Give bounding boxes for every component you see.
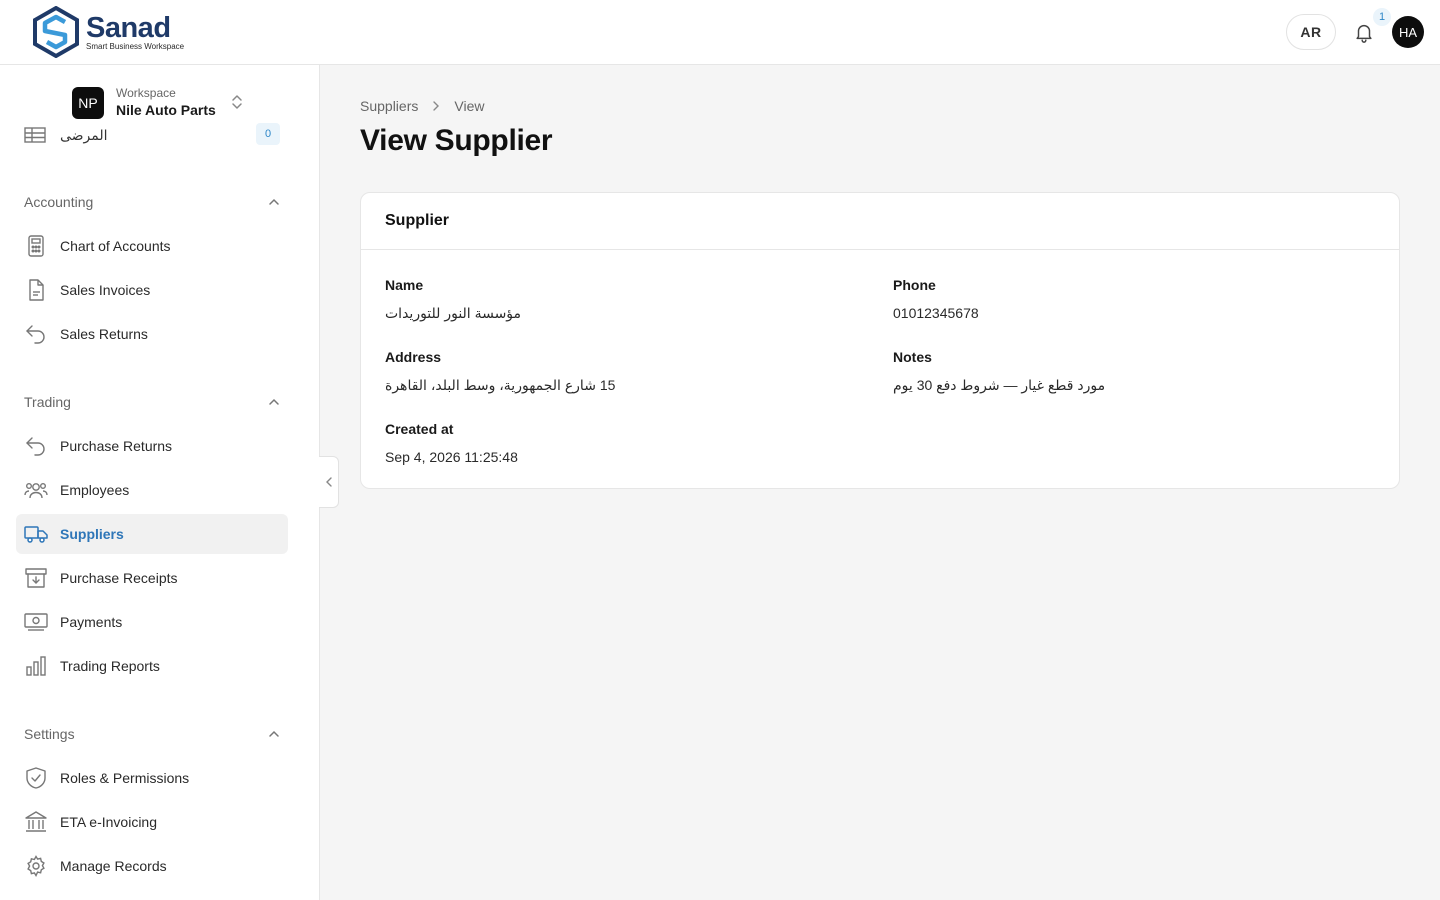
sidebar-item-label: Employees xyxy=(60,482,130,498)
calculator-icon xyxy=(24,234,48,258)
sidebar-item-purchase-returns[interactable]: Purchase Returns xyxy=(16,426,288,466)
table-icon xyxy=(24,127,46,143)
sidebar-item-purchase-receipts[interactable]: Purchase Receipts xyxy=(16,558,288,598)
chevron-up-down-icon xyxy=(232,95,242,109)
field-name: Name مؤسسة النور للتوريدات xyxy=(385,275,521,323)
sidebar: المرضى 0 NP Workspace Nile Auto Parts Ac… xyxy=(0,65,320,900)
users-icon xyxy=(24,478,48,502)
language-toggle-button[interactable]: AR xyxy=(1286,14,1336,50)
sidebar-item-sales-invoices[interactable]: Sales Invoices xyxy=(16,270,288,310)
shield-check-icon xyxy=(24,766,48,790)
bell-icon xyxy=(1356,24,1372,43)
sidebar-item-roles-permissions[interactable]: Roles & Permissions xyxy=(16,758,288,798)
page-title: View Supplier xyxy=(360,124,553,157)
sidebar-item-payments[interactable]: Payments xyxy=(16,602,288,642)
sidebar-item-sales-returns[interactable]: Sales Returns xyxy=(16,314,288,354)
sidebar-item-manage-records[interactable]: Manage Records xyxy=(16,846,288,886)
field-value: مورد قطع غيار — شروط دفع 30 يوم xyxy=(893,377,1106,393)
sidebar-item-label: Trading Reports xyxy=(60,658,160,674)
sidebar-collapse-toggle[interactable] xyxy=(319,456,339,508)
workspace-avatar: NP xyxy=(72,87,104,119)
notification-count-badge: 1 xyxy=(1373,8,1391,26)
field-label: Address xyxy=(385,349,442,365)
section-title: Settings xyxy=(24,726,75,742)
sanad-logo-icon xyxy=(33,6,79,58)
field-address: Address 15 شارع الجمهورية، وسط البلد، ال… xyxy=(385,347,615,395)
workspace-name: Nile Auto Parts xyxy=(116,102,216,118)
breadcrumb-current: View xyxy=(454,98,485,114)
chevron-up-icon xyxy=(269,398,279,405)
supplier-card: Supplier Name مؤسسة النور للتوريدات Phon… xyxy=(360,192,1400,489)
field-label: Name xyxy=(385,277,424,293)
brand-logo[interactable]: Sanad Smart Business Workspace xyxy=(32,6,184,58)
chevron-left-icon xyxy=(325,477,332,487)
bar-chart-icon xyxy=(24,654,48,678)
sidebar-item-label: ETA e-Invoicing xyxy=(60,814,158,830)
sidebar-item-label: Purchase Receipts xyxy=(60,570,178,586)
sidebar-item-eta-e-invoicing[interactable]: ETA e-Invoicing xyxy=(16,802,288,842)
field-created-at: Created at Sep 4, 2026 11:25:48 xyxy=(385,419,518,467)
section-settings[interactable]: Settings xyxy=(24,724,280,744)
field-notes: Notes مورد قطع غيار — شروط دفع 30 يوم xyxy=(893,347,1105,395)
section-title: Accounting xyxy=(24,194,94,210)
breadcrumb: Suppliers View xyxy=(360,96,484,116)
field-value: Sep 4, 2026 11:25:48 xyxy=(385,449,518,465)
brand-name: Sanad xyxy=(86,12,171,44)
workspace-label: Workspace xyxy=(116,86,176,100)
brand-tagline: Smart Business Workspace xyxy=(86,42,185,51)
return-arrow-icon xyxy=(24,434,48,458)
field-label: Phone xyxy=(893,277,936,293)
truck-icon xyxy=(24,522,48,546)
bank-icon xyxy=(24,810,48,834)
sidebar-item-label: Payments xyxy=(60,614,123,630)
sidebar-item-trading-reports[interactable]: Trading Reports xyxy=(16,646,288,686)
gear-icon xyxy=(24,854,48,878)
field-value: 15 شارع الجمهورية، وسط البلد، القاهرة xyxy=(385,377,616,393)
top-bar: Sanad Smart Business Workspace AR 1 HA xyxy=(0,0,1440,65)
sidebar-item-label: Sales Invoices xyxy=(60,282,151,298)
sidebar-item-label: Manage Records xyxy=(60,858,167,874)
chevron-up-icon xyxy=(269,198,279,205)
workspace-switcher[interactable]: NP Workspace Nile Auto Parts xyxy=(72,85,252,121)
field-label: Notes xyxy=(893,349,932,365)
card-title: Supplier xyxy=(361,193,1399,250)
section-trading[interactable]: Trading xyxy=(24,392,280,412)
section-accounting[interactable]: Accounting xyxy=(24,192,280,212)
sidebar-item-employees[interactable]: Employees xyxy=(16,470,288,510)
user-avatar[interactable]: HA xyxy=(1392,16,1424,48)
breadcrumb-link-suppliers[interactable]: Suppliers xyxy=(360,98,418,114)
section-title: Trading xyxy=(24,394,71,410)
sidebar-item-label: Purchase Returns xyxy=(60,438,173,454)
chevron-up-icon xyxy=(269,730,279,737)
sidebar-item-label: Suppliers xyxy=(60,526,124,542)
chevron-right-icon xyxy=(432,100,440,112)
sidebar-item-peek[interactable]: المرضى 0 xyxy=(24,123,280,147)
return-arrow-icon xyxy=(24,322,48,346)
archive-icon xyxy=(24,566,48,590)
sidebar-item-label: Chart of Accounts xyxy=(60,238,171,254)
sidebar-item-suppliers[interactable]: Suppliers xyxy=(16,514,288,554)
sidebar-item-label: Sales Returns xyxy=(60,326,148,342)
sidebar-item-label: المرضى xyxy=(60,126,108,143)
document-icon xyxy=(24,278,48,302)
field-value: مؤسسة النور للتوريدات xyxy=(385,305,522,321)
sidebar-item-label: Roles & Permissions xyxy=(60,770,190,786)
sidebar-item-chart-of-accounts[interactable]: Chart of Accounts xyxy=(16,226,288,266)
field-label: Created at xyxy=(385,421,454,437)
field-phone: Phone 01012345678 xyxy=(893,275,979,323)
cash-icon xyxy=(24,610,48,634)
count-badge: 0 xyxy=(256,123,280,145)
field-value: 01012345678 xyxy=(893,305,979,321)
